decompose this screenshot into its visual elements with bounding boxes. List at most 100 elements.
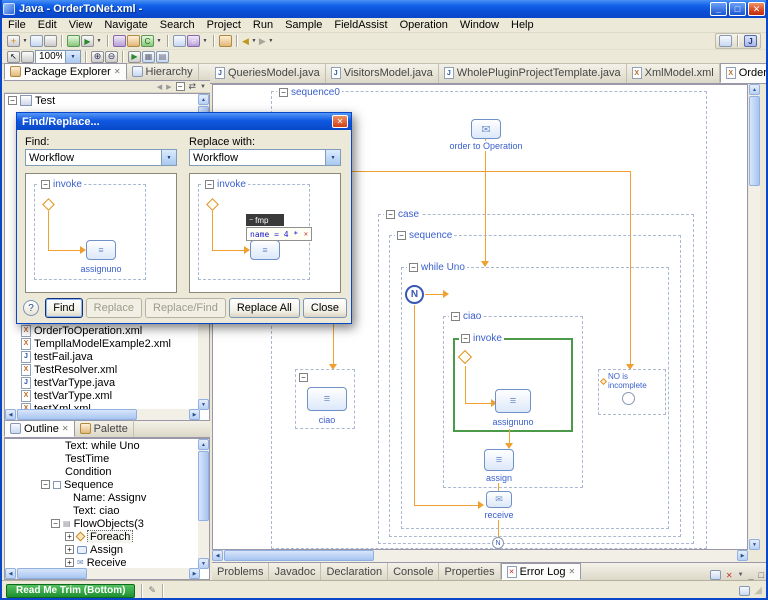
menu-operation[interactable]: Operation: [394, 18, 454, 32]
minimize-button[interactable]: _: [710, 2, 727, 16]
canvas-horizontal-scrollbar[interactable]: ◀ ▶: [212, 550, 748, 562]
sequence0-header[interactable]: − sequence0: [277, 87, 342, 98]
outline-horizontal-scrollbar[interactable]: ◀ ▶: [5, 568, 200, 579]
assignuno-node[interactable]: ≡: [495, 389, 531, 413]
close-button[interactable]: ✕: [748, 2, 765, 16]
menu-fieldassist[interactable]: FieldAssist: [328, 18, 393, 32]
tab-declaration[interactable]: Declaration: [321, 563, 388, 580]
expander-icon[interactable]: +: [65, 558, 74, 567]
case-header[interactable]: − case: [384, 209, 421, 220]
scroll-thumb[interactable]: [224, 550, 374, 561]
dialog-titlebar[interactable]: Find/Replace... ✕: [17, 113, 351, 130]
save-icon[interactable]: [30, 35, 43, 47]
view-menu-icon[interactable]: ▼: [738, 572, 744, 578]
tab-visitorsmodel[interactable]: JVisitorsModel.java: [326, 63, 439, 83]
tab-console[interactable]: Console: [388, 563, 439, 580]
scroll-left-icon[interactable]: ◀: [5, 409, 16, 420]
menu-sample[interactable]: Sample: [279, 18, 328, 32]
zoom-input[interactable]: [36, 51, 65, 62]
back-dropdown-icon[interactable]: ▼: [250, 38, 258, 44]
replace-button[interactable]: Replace: [86, 298, 142, 318]
tree-node-file[interactable]: XtestVarType.xml: [5, 389, 200, 402]
tree-node-file[interactable]: XOrderToOperation.xml: [5, 324, 200, 337]
tab-ordertonet[interactable]: XOrderToNet.xml✕: [720, 63, 768, 83]
ciao-outer-node[interactable]: ≡: [307, 387, 347, 411]
marquee-tool-icon[interactable]: [21, 51, 34, 63]
new-class-icon[interactable]: C: [141, 35, 154, 47]
menu-edit[interactable]: Edit: [32, 18, 63, 32]
debug-icon[interactable]: [67, 35, 80, 47]
zoom-in-icon[interactable]: ⊕: [91, 51, 104, 63]
export-log-icon[interactable]: [710, 570, 721, 580]
tree-node-test[interactable]: − Test: [5, 94, 209, 107]
tab-outline[interactable]: Outline ✕: [4, 420, 75, 437]
new-wizard-icon[interactable]: +: [7, 35, 20, 47]
scroll-thumb[interactable]: [17, 409, 137, 420]
menu-help[interactable]: Help: [505, 18, 540, 32]
new-dropdown-icon[interactable]: ▼: [21, 38, 29, 44]
menu-window[interactable]: Window: [454, 18, 505, 32]
menu-project[interactable]: Project: [201, 18, 247, 32]
sequence-header[interactable]: − sequence: [395, 230, 454, 241]
back-icon[interactable]: ◀: [242, 36, 249, 47]
resize-grip-icon[interactable]: ◢: [754, 585, 762, 596]
outline-item[interactable]: − ▤ FlowObjects(3: [5, 517, 209, 530]
tab-xmlmodel[interactable]: XXmlModel.xml: [627, 63, 720, 83]
outline-item[interactable]: Text: ciao: [5, 504, 209, 517]
collapse-all-icon[interactable]: −: [176, 82, 185, 91]
tab-palette[interactable]: Palette: [75, 420, 134, 437]
outline-item[interactable]: TestTime: [5, 452, 209, 465]
expander-icon[interactable]: −: [279, 88, 288, 97]
new-class-dropdown-icon[interactable]: ▼: [155, 38, 163, 44]
replace-all-button[interactable]: Replace All: [229, 298, 300, 318]
java-perspective-button[interactable]: J: [744, 35, 757, 47]
expander-icon[interactable]: −: [41, 480, 50, 489]
search-dropdown-icon[interactable]: ▼: [201, 38, 209, 44]
receive-node[interactable]: ✉: [486, 491, 512, 508]
end-event-node[interactable]: N: [492, 537, 504, 549]
tab-hierarchy[interactable]: Hierarchy: [127, 63, 199, 80]
close-dialog-button[interactable]: Close: [303, 298, 347, 318]
invoke-header[interactable]: − invoke: [459, 333, 504, 344]
maximize-panel-icon[interactable]: □: [759, 570, 764, 580]
scroll-thumb[interactable]: [17, 568, 87, 579]
maximize-button[interactable]: □: [729, 2, 746, 16]
scroll-left-icon[interactable]: ◀: [5, 568, 16, 579]
open-type-icon[interactable]: [173, 35, 186, 47]
tab-properties[interactable]: Properties: [439, 563, 500, 580]
find-button[interactable]: Find: [45, 298, 82, 318]
tab-problems[interactable]: Problems: [212, 563, 269, 580]
timer-event-node[interactable]: [622, 392, 635, 405]
zoom-dropdown-icon[interactable]: ▼: [65, 51, 80, 63]
find-dropdown-icon[interactable]: ▼: [161, 150, 176, 165]
replace-dropdown-icon[interactable]: ▼: [325, 150, 340, 165]
outline-item[interactable]: + Assign: [5, 543, 209, 556]
expander-icon[interactable]: +: [65, 545, 74, 554]
expander-icon[interactable]: −: [51, 519, 60, 528]
view-menu-icon[interactable]: ▼: [200, 84, 206, 90]
tree-node-file[interactable]: XTempllaModelExample2.xml: [5, 337, 200, 350]
help-icon[interactable]: ?: [23, 300, 39, 316]
expander-icon[interactable]: −: [8, 96, 17, 105]
scroll-right-icon[interactable]: ▶: [189, 409, 200, 420]
menu-file[interactable]: File: [2, 18, 32, 32]
close-tab-icon[interactable]: ✕: [114, 67, 121, 76]
task-icon[interactable]: [219, 35, 232, 47]
menu-run[interactable]: Run: [247, 18, 279, 32]
tab-package-explorer[interactable]: Package Explorer ✕: [4, 63, 127, 80]
forward-dropdown-icon[interactable]: ▼: [267, 38, 275, 44]
assign-node[interactable]: ≡: [484, 449, 514, 471]
tree-node-file[interactable]: JtestVarType.java: [5, 376, 200, 389]
scroll-down-icon[interactable]: ▼: [749, 539, 760, 550]
close-tab-icon[interactable]: ✕: [62, 424, 69, 433]
scroll-right-icon[interactable]: ▶: [189, 568, 200, 579]
play-icon[interactable]: ▶: [128, 51, 141, 63]
outline-item[interactable]: − Sequence: [5, 478, 209, 491]
clear-log-icon[interactable]: ✕: [726, 571, 733, 580]
scroll-thumb[interactable]: [749, 96, 760, 186]
open-perspective-icon[interactable]: [719, 35, 732, 47]
print-icon[interactable]: [44, 35, 57, 47]
new-project-icon[interactable]: [113, 35, 126, 47]
status-heap-icon[interactable]: [739, 586, 750, 596]
canvas-vertical-scrollbar[interactable]: ▲ ▼: [749, 84, 760, 550]
